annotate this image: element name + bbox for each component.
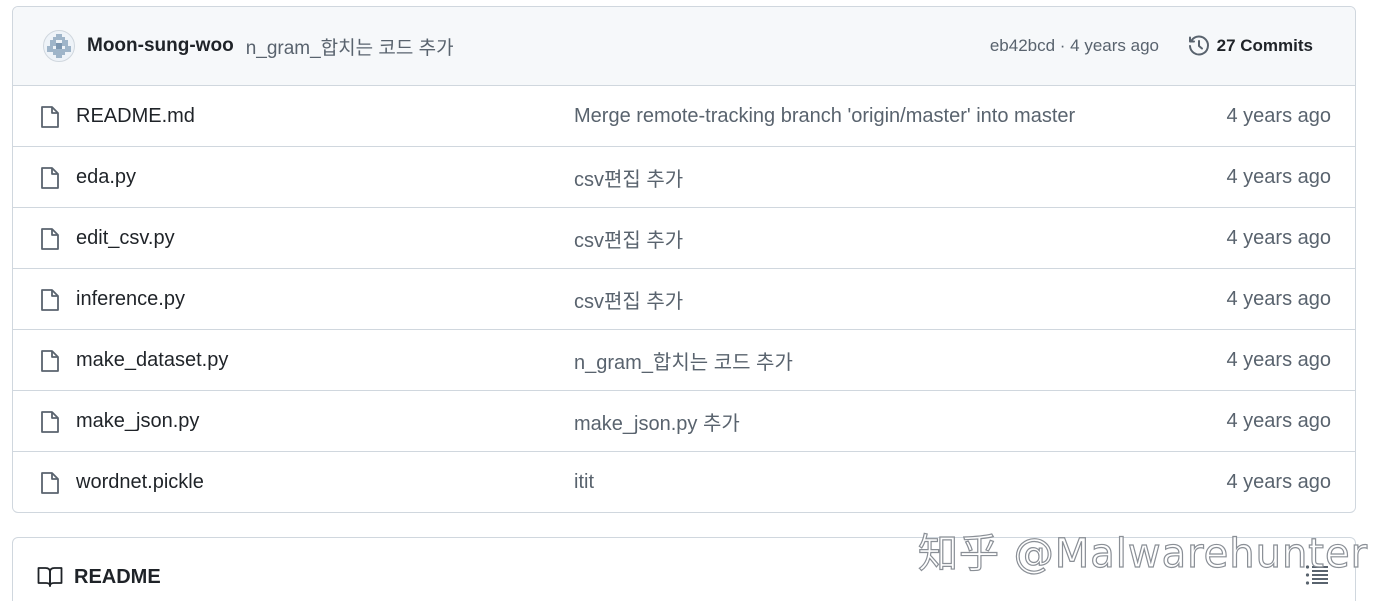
book-icon xyxy=(37,566,63,593)
file-icon xyxy=(39,410,61,440)
file-commit-message[interactable]: csv편집 추가 xyxy=(574,163,683,192)
commit-hash-time[interactable]: eb42bcd · 4 years ago xyxy=(990,36,1159,56)
file-name-link[interactable]: make_dataset.py xyxy=(76,349,228,372)
file-icon xyxy=(39,349,61,379)
file-row[interactable]: make_json.py make_json.py 추가 4 years ago xyxy=(13,391,1355,452)
history-clock-icon xyxy=(1188,35,1209,56)
file-commit-message[interactable]: itit xyxy=(574,471,594,494)
file-name-link[interactable]: wordnet.pickle xyxy=(76,471,204,494)
file-browser: Moon-sung-woo n_gram_합치는 코드 추가 eb42bcd ·… xyxy=(12,6,1356,513)
file-list: README.md Merge remote-tracking branch 'o… xyxy=(13,86,1355,512)
commit-author[interactable]: Moon-sung-woo xyxy=(87,35,234,57)
file-icon xyxy=(39,166,61,196)
identicon-avatar-icon xyxy=(47,34,71,58)
readme-title[interactable]: README xyxy=(74,566,161,589)
file-commit-date: 4 years ago xyxy=(1226,287,1331,310)
watermark: 知乎 @Malwarehunter xyxy=(917,530,1369,577)
file-commit-message[interactable]: Merge remote-tracking branch 'origin/mas… xyxy=(574,105,1075,128)
file-commit-date: 4 years ago xyxy=(1226,409,1331,432)
file-commit-message[interactable]: csv편집 추가 xyxy=(574,285,683,314)
file-commit-date: 4 years ago xyxy=(1226,165,1331,188)
avatar[interactable] xyxy=(43,30,75,62)
commits-history-link[interactable]: 27 Commits xyxy=(1187,34,1313,58)
file-commit-message[interactable]: make_json.py 추가 xyxy=(574,407,740,436)
file-icon xyxy=(39,288,61,318)
file-commit-message[interactable]: n_gram_합치는 코드 추가 xyxy=(574,346,793,375)
commit-message[interactable]: n_gram_합치는 코드 추가 xyxy=(246,33,454,60)
file-commit-date: 4 years ago xyxy=(1226,104,1331,127)
file-icon xyxy=(39,471,61,501)
file-commit-message[interactable]: csv편집 추가 xyxy=(574,224,683,253)
file-row[interactable]: wordnet.pickle itit 4 years ago xyxy=(13,452,1355,512)
file-row[interactable]: inference.py csv편집 추가 4 years ago xyxy=(13,269,1355,330)
file-commit-date: 4 years ago xyxy=(1226,471,1331,493)
file-row[interactable]: make_dataset.py n_gram_합치는 코드 추가 4 years a… xyxy=(13,330,1355,391)
file-icon xyxy=(39,227,61,257)
file-icon xyxy=(39,105,61,135)
file-row[interactable]: eda.py csv편집 추가 4 years ago xyxy=(13,147,1355,208)
file-name-link[interactable]: edit_csv.py xyxy=(76,227,175,250)
file-name-link[interactable]: make_json.py xyxy=(76,410,199,433)
file-row[interactable]: README.md Merge remote-tracking branch 'o… xyxy=(13,86,1355,147)
file-commit-date: 4 years ago xyxy=(1226,226,1331,249)
latest-commit-bar: Moon-sung-woo n_gram_합치는 코드 추가 eb42bcd ·… xyxy=(13,7,1355,86)
file-row[interactable]: edit_csv.py csv편집 추가 4 years ago xyxy=(13,208,1355,269)
commits-count: 27 Commits xyxy=(1216,36,1313,55)
file-name-link[interactable]: eda.py xyxy=(76,166,136,189)
file-commit-date: 4 years ago xyxy=(1226,348,1331,371)
file-name-link[interactable]: inference.py xyxy=(76,288,185,311)
file-name-link[interactable]: README.md xyxy=(76,105,195,128)
